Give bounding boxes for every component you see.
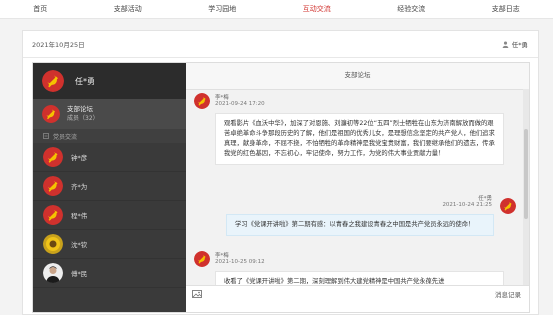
panel-header: 2021年10月25日 任*勇 — [23, 31, 538, 58]
group-label: 党员交流 — [53, 133, 78, 141]
content-panel: 2021年10月25日 任*勇 任*勇 支部论坛 成员（32） 党员交流 钟*彦… — [22, 30, 539, 315]
forum-channel[interactable]: 支部论坛 成员（32） — [33, 99, 186, 129]
scrollbar-thumb[interactable] — [524, 129, 528, 219]
member-item[interactable]: 齐*为 — [33, 172, 186, 201]
message-time: 2021-10-25 09:12 — [215, 259, 265, 265]
portrait-avatar — [43, 263, 63, 283]
member-item[interactable]: 沈*钦 — [33, 230, 186, 259]
member-item[interactable]: 程*伟 — [33, 201, 186, 230]
member-name: 沈*钦 — [71, 241, 88, 249]
party-emblem-avatar — [500, 198, 516, 214]
chat-main: 支部论坛 李*梅 2021-09-24 17:20 观看影片《血沃中华》，加深了… — [186, 63, 529, 312]
chat-window: 任*勇 支部论坛 成员（32） 党员交流 钟*彦 齐*为 程*伟 沈*钦 傅*民… — [32, 62, 530, 313]
chat-title: 支部论坛 — [186, 63, 529, 90]
message-sender: 李*梅 — [215, 253, 229, 259]
message-bubble: 观看影片《血沃中华》，加深了对恩施、刘濂初等22位“五四”烈士牺牲在山东为济南解… — [215, 113, 504, 165]
sunflower-avatar — [43, 234, 63, 254]
message-item: 李*梅 2021-10-25 09:12 收看了《党课开讲啦》第二期，深刻理解到… — [194, 251, 504, 285]
message-sender: 任*勇 — [478, 196, 492, 202]
party-emblem-avatar — [43, 176, 63, 196]
forum-title: 支部论坛 — [67, 105, 93, 113]
message-list: 李*梅 2021-09-24 17:20 观看影片《血沃中华》，加深了对恩施、刘… — [186, 89, 523, 285]
message-time: 2021-10-24 21:25 — [442, 202, 492, 208]
party-emblem-avatar — [43, 147, 63, 167]
forum-member-count: 成员（32） — [67, 115, 99, 122]
nav-branch-activities[interactable]: 支部活动 — [108, 0, 148, 18]
party-emblem-avatar — [194, 93, 210, 109]
member-item[interactable]: 傅*民 — [33, 259, 186, 288]
party-emblem-avatar — [42, 105, 60, 123]
current-user-name: 任*勇 — [511, 41, 528, 49]
nav-learning[interactable]: 学习园地 — [202, 0, 242, 18]
message-sender: 李*梅 — [215, 95, 229, 101]
message-bubble: 收看了《党课开讲啦》第二期，深刻理解到伟大建党精神是中国共产党永葆先进 — [215, 271, 504, 285]
nav-experience[interactable]: 经验交流 — [391, 0, 431, 18]
group-header[interactable]: 党员交流 — [33, 129, 186, 143]
party-emblem-avatar — [43, 205, 63, 225]
input-bar[interactable]: 消息记录 — [186, 285, 529, 312]
contact-sidebar: 任*勇 支部论坛 成员（32） 党员交流 钟*彦 齐*为 程*伟 沈*钦 傅*民 — [33, 63, 186, 312]
current-user[interactable]: 任*勇 — [502, 39, 528, 49]
party-emblem-avatar — [194, 251, 210, 267]
my-profile[interactable]: 任*勇 — [33, 63, 186, 99]
member-name: 齐*为 — [71, 183, 88, 191]
party-emblem-avatar — [42, 70, 64, 92]
current-date: 2021年10月25日 — [32, 41, 85, 49]
member-name: 钟*彦 — [71, 154, 88, 162]
message-time: 2021-09-24 17:20 — [215, 101, 265, 107]
nav-branch-log[interactable]: 支部日志 — [486, 0, 526, 18]
member-name: 程*伟 — [71, 212, 88, 220]
user-icon — [502, 41, 509, 48]
my-name: 任*勇 — [75, 76, 95, 86]
image-icon[interactable] — [192, 290, 202, 298]
nav-home[interactable]: 首页 — [27, 0, 53, 18]
message-item-self: 任*勇 2021-10-24 21:25 学习《党课开讲啦》第二期有感：以青春之… — [226, 194, 518, 236]
top-navigation: 首页 支部活动 学习园地 互动交流 经验交流 支部日志 — [0, 0, 553, 19]
message-history-button[interactable]: 消息记录 — [495, 289, 521, 299]
message-scrollbar[interactable] — [523, 89, 529, 285]
member-item[interactable]: 钟*彦 — [33, 143, 186, 172]
nav-interaction[interactable]: 互动交流 — [297, 0, 337, 18]
member-name: 傅*民 — [71, 270, 88, 278]
minus-icon — [43, 133, 49, 139]
message-bubble: 学习《党课开讲啦》第二期有感：以青春之我建设青春之中国是共产党员永远的使命！ — [226, 214, 494, 236]
message-item: 李*梅 2021-09-24 17:20 观看影片《血沃中华》，加深了对恩施、刘… — [194, 93, 504, 165]
